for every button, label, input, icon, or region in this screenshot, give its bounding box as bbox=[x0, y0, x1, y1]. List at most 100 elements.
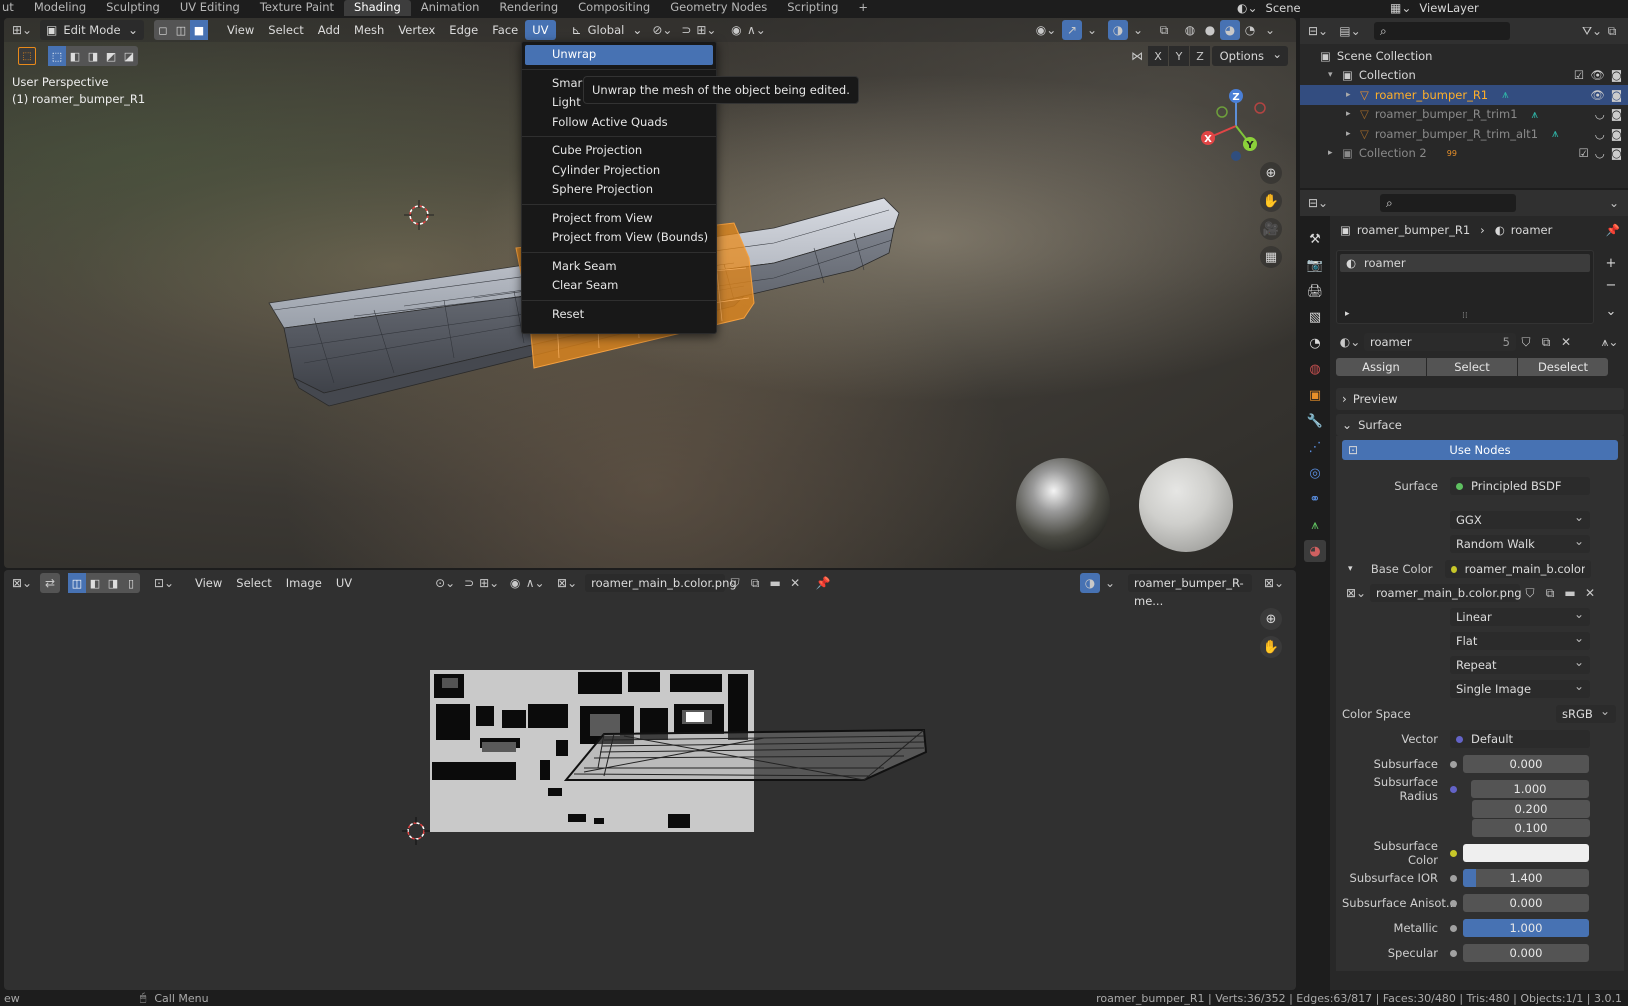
editor-type-icon[interactable]: ⊞⌄ bbox=[12, 20, 32, 40]
chevron-down-icon[interactable]: ⌄ bbox=[1600, 300, 1622, 322]
image-name-field[interactable]: roamer_main_b.color.png bbox=[585, 574, 737, 592]
outliner-item[interactable]: ▾ ▣ Collection ☑ 👁 ◙ bbox=[1300, 66, 1628, 86]
snap-target-icon[interactable]: ⊞⌄ bbox=[696, 20, 716, 40]
workspace-tab-modeling[interactable]: Modeling bbox=[24, 0, 96, 16]
display-mode-icon[interactable]: ▤⌄ bbox=[1336, 21, 1364, 41]
solid-shading-icon[interactable]: ● bbox=[1200, 20, 1220, 40]
workspace-tab-texture-paint[interactable]: Texture Paint bbox=[250, 0, 344, 16]
wireframe-shading-icon[interactable]: ◍ bbox=[1180, 20, 1200, 40]
uv-menu-item-cube-projection[interactable]: Cube Projection bbox=[522, 141, 716, 161]
base-color-field[interactable]: roamer_main_b.color.pn bbox=[1444, 560, 1591, 578]
rendered-shading-icon[interactable]: ◔ bbox=[1240, 20, 1260, 40]
camera-icon[interactable]: ◙ bbox=[1611, 68, 1622, 82]
uv-menu-item-mark-seam[interactable]: Mark Seam bbox=[522, 257, 716, 277]
link-icon[interactable]: ⩚⌄ bbox=[1596, 332, 1624, 352]
pivot-icon[interactable]: ⊘⌄ bbox=[652, 20, 672, 40]
menu-view[interactable]: View bbox=[220, 20, 261, 40]
folder-icon[interactable]: ▬ bbox=[765, 573, 785, 593]
exclude-checkbox-icon[interactable]: ☑ bbox=[1574, 68, 1584, 82]
navigation-gizmo[interactable]: Z X Y bbox=[1196, 86, 1276, 166]
subsurface-ior-field[interactable]: 1.400 bbox=[1463, 869, 1589, 887]
select-mode-toggle[interactable]: ◻ ◫ ■ bbox=[154, 20, 208, 40]
projection-dropdown[interactable]: Flat bbox=[1450, 629, 1590, 650]
uv-menu-item-project-from-view[interactable]: Project from View bbox=[522, 209, 716, 229]
duplicate-icon[interactable]: ⧉ bbox=[745, 573, 765, 593]
material-shading-icon[interactable]: ◕ bbox=[1220, 20, 1240, 40]
surface-shader-field[interactable]: Principled BSDF bbox=[1450, 477, 1590, 495]
chevron-down-icon[interactable]: ⌄ bbox=[1604, 193, 1624, 213]
select-extend-icon[interactable]: ◧ bbox=[66, 46, 84, 66]
resize-handle-icon[interactable]: ⁞⁞ bbox=[1462, 311, 1468, 321]
pan-hand-icon[interactable]: ✋ bbox=[1260, 636, 1282, 658]
extension-dropdown[interactable]: Repeat bbox=[1450, 653, 1590, 674]
subsurface-method-dropdown[interactable]: Random Walk bbox=[1450, 532, 1590, 553]
xray-icon[interactable]: ⧉ bbox=[1154, 20, 1174, 40]
workspace-tab-geometry-nodes[interactable]: Geometry Nodes bbox=[660, 0, 777, 16]
particles-tab-icon[interactable]: ⋰ bbox=[1304, 436, 1326, 458]
color-space-dropdown[interactable]: sRGB bbox=[1556, 702, 1616, 723]
material-slot-item[interactable]: ◐ roamer bbox=[1340, 254, 1590, 272]
folder-icon[interactable]: ▬ bbox=[1560, 583, 1580, 603]
close-icon[interactable]: ✕ bbox=[1556, 332, 1576, 352]
use-nodes-button[interactable]: ⊡ Use Nodes bbox=[1342, 440, 1618, 460]
distribution-dropdown[interactable]: GGX bbox=[1450, 508, 1590, 529]
metallic-field[interactable]: 1.000 bbox=[1463, 919, 1589, 937]
pin-icon[interactable]: 📌 bbox=[1606, 223, 1620, 237]
object-tab-icon[interactable]: ▣ bbox=[1304, 384, 1326, 406]
world-tab-icon[interactable]: ◍ bbox=[1304, 358, 1326, 380]
exclude-checkbox-icon[interactable]: ☑ bbox=[1578, 146, 1588, 160]
uv-sync-icon[interactable]: ⇄ bbox=[40, 573, 60, 593]
zoom-icon[interactable]: ⊕ bbox=[1260, 608, 1282, 630]
pan-hand-icon[interactable]: ✋ bbox=[1260, 190, 1282, 212]
face-select-icon[interactable]: ■ bbox=[190, 20, 208, 40]
deselect-button[interactable]: Deselect bbox=[1518, 358, 1608, 376]
uv-menu-view[interactable]: View bbox=[188, 573, 229, 593]
pin-icon[interactable]: 📌 bbox=[813, 573, 833, 593]
uv-menu-item-clear-seam[interactable]: Clear Seam bbox=[522, 276, 716, 296]
camera-icon[interactable]: ◙ bbox=[1611, 127, 1622, 141]
source-dropdown[interactable]: Single Image bbox=[1450, 677, 1590, 698]
add-slot-icon[interactable]: + bbox=[1600, 252, 1622, 274]
uv-menu-item-sphere-projection[interactable]: Sphere Projection bbox=[522, 180, 716, 200]
image-browse-icon[interactable]: ⊠⌄ bbox=[1342, 583, 1370, 603]
mirror-axis-x[interactable]: X bbox=[1148, 46, 1168, 66]
surface-panel-header[interactable]: ⌄ Surface bbox=[1336, 414, 1624, 436]
mesh-data-icon[interactable]: ⩚ bbox=[1552, 126, 1559, 141]
uv-menu-item-cylinder-projection[interactable]: Cylinder Projection bbox=[522, 161, 716, 181]
eye-icon[interactable]: ◡ bbox=[1595, 107, 1605, 121]
filter-icon[interactable]: ⛛⌄ bbox=[1582, 21, 1602, 41]
material-slot-list[interactable]: ◐ roamer ▸ ⁞⁞ bbox=[1336, 250, 1594, 324]
camera-icon[interactable]: ◙ bbox=[1611, 146, 1622, 160]
properties-search[interactable]: ⌕ bbox=[1380, 194, 1516, 212]
workspace-tab-ut[interactable]: ut bbox=[0, 0, 24, 16]
overlay-icon[interactable]: ◑ bbox=[1080, 573, 1100, 593]
pivot-icon[interactable]: ⊙⌄ bbox=[435, 573, 455, 593]
uv-select-mode[interactable]: ◫ ◧ ◨ ▯ bbox=[68, 573, 140, 593]
vertex-select-icon[interactable]: ◫ bbox=[68, 573, 86, 593]
image-name-field[interactable]: roamer_main_b.color.png bbox=[1370, 584, 1522, 602]
output-tab-icon[interactable]: 🖨 bbox=[1304, 280, 1326, 302]
uv-menu-image[interactable]: Image bbox=[279, 573, 329, 593]
menu-add[interactable]: Add bbox=[311, 20, 347, 40]
uv-islands[interactable] bbox=[564, 728, 944, 798]
mesh-data-icon[interactable]: ⩚ bbox=[1502, 87, 1509, 102]
uv-object-field[interactable]: roamer_bumper_R-me... bbox=[1128, 574, 1252, 608]
workspace-tab-uv-editing[interactable]: UV Editing bbox=[170, 0, 250, 16]
mirror-axis-y[interactable]: Y bbox=[1169, 46, 1189, 66]
constraints-tab-icon[interactable]: ⚭ bbox=[1304, 488, 1326, 510]
data-tab-icon[interactable]: ⩚ bbox=[1304, 514, 1326, 536]
outliner-scene-collection[interactable]: ▣ Scene Collection bbox=[1300, 46, 1628, 66]
outliner-item[interactable]: ▸ ▣ Collection 2 99 ☑ ◡ ◙ bbox=[1300, 144, 1628, 164]
tool-tab-icon[interactable]: ⚒ bbox=[1304, 228, 1326, 250]
outliner-search[interactable]: ⌕ bbox=[1374, 22, 1510, 40]
collapsed-icon[interactable]: ▸ bbox=[1346, 90, 1360, 100]
select-subtract-icon[interactable]: ◨ bbox=[84, 46, 102, 66]
image-browse-icon[interactable]: ⊠⌄ bbox=[553, 573, 581, 593]
duplicate-icon[interactable]: ⧉ bbox=[1540, 583, 1560, 603]
fake-user-icon[interactable]: ⛉ bbox=[1516, 332, 1536, 352]
camera-icon[interactable]: 🎥 bbox=[1260, 218, 1282, 240]
edge-select-icon[interactable]: ◫ bbox=[172, 20, 190, 40]
modifier-tab-icon[interactable]: 🔧 bbox=[1304, 410, 1326, 432]
chevron-down-icon[interactable]: ⌄ bbox=[1100, 573, 1120, 593]
select-box-mode[interactable]: ⬚ ◧ ◨ ◩ ◪ bbox=[48, 46, 138, 66]
